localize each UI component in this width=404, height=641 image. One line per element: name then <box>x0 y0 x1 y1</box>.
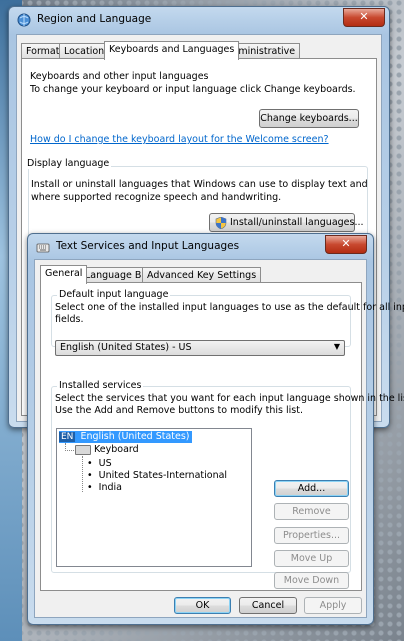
keyboards-group: Keyboards and other input languages To c… <box>28 71 366 145</box>
window-title: Region and Language <box>37 13 152 25</box>
text-services-client-area: General Language Bar Advanced Key Settin… <box>34 259 404 618</box>
default-description-line2: fields. <box>55 314 84 325</box>
move-down-button[interactable]: Move Down <box>274 572 349 589</box>
tree-connector <box>65 443 74 451</box>
tree-connector-layouts <box>82 456 84 492</box>
titlebar[interactable]: Region and Language ✕ <box>9 7 389 33</box>
installed-services-tree[interactable]: EN English (United States) Keyboard • US… <box>56 428 252 567</box>
display-description-line1: Install or uninstall languages that Wind… <box>31 179 368 190</box>
install-uninstall-languages-button[interactable]: Install/uninstall languages... <box>209 213 364 232</box>
tab-general[interactable]: General <box>40 265 88 284</box>
tree-language-label: English (United States) <box>80 431 190 442</box>
text-services-tab-strip: General Language Bar Advanced Key Settin… <box>40 265 360 284</box>
bullet-icon: • <box>87 470 99 481</box>
bullet-icon: • <box>87 458 99 469</box>
default-description-line1: Select one of the installed input langua… <box>55 302 404 313</box>
chevron-down-icon: ▼ <box>333 342 340 351</box>
tree-item-layout-us-intl[interactable]: • United States-International <box>87 470 227 481</box>
tab-keyboards-and-languages[interactable]: Keyboards and Languages <box>104 41 240 60</box>
install-uninstall-label: Install/uninstall languages... <box>230 217 364 228</box>
welcome-screen-help-link[interactable]: How do I change the keyboard layout for … <box>30 134 329 145</box>
shield-icon <box>215 217 227 229</box>
tree-item-keyboard[interactable]: Keyboard <box>75 444 139 456</box>
language-code-badge: EN <box>59 432 76 442</box>
window-title: Text Services and Input Languages <box>56 240 240 252</box>
default-language-value: English (United States) - US <box>60 342 192 353</box>
installed-description-line1: Select the services that you want for ea… <box>55 393 404 404</box>
display-group-title: Display language <box>25 158 112 169</box>
remove-button[interactable]: Remove <box>274 503 349 520</box>
globe-icon <box>17 13 31 27</box>
region-tab-strip: Formats Location Keyboards and Languages… <box>21 41 377 60</box>
keyboards-group-title: Keyboards and other input languages <box>28 71 211 82</box>
installed-group-title: Installed services <box>57 380 144 391</box>
layout-label: India <box>98 482 122 493</box>
tab-advanced-key-settings[interactable]: Advanced Key Settings <box>142 267 262 283</box>
tree-keyboard-label: Keyboard <box>94 444 139 455</box>
move-up-button[interactable]: Move Up <box>274 550 349 567</box>
tree-item-layout-us[interactable]: • US <box>87 458 112 469</box>
ok-button[interactable]: OK <box>174 597 231 614</box>
close-button[interactable]: ✕ <box>343 8 385 27</box>
tree-item-layout-india[interactable]: • India <box>87 482 122 493</box>
keyboard-icon <box>36 243 50 253</box>
default-group-title: Default input language <box>57 289 171 300</box>
default-language-dropdown[interactable]: English (United States) - US ▼ <box>55 340 345 356</box>
add-button[interactable]: Add... <box>274 480 349 497</box>
bullet-icon: • <box>87 482 99 493</box>
installed-description-line2: Use the Add and Remove buttons to modify… <box>55 405 303 416</box>
change-keyboards-button[interactable]: Change keyboards... <box>259 109 359 128</box>
keyboard-icon <box>75 444 91 455</box>
tab-location[interactable]: Location <box>59 43 110 59</box>
titlebar[interactable]: Text Services and Input Languages ✕ <box>28 234 373 260</box>
display-description-line2: where supported recognize speech and han… <box>31 192 282 203</box>
properties-button[interactable]: Properties... <box>274 527 349 544</box>
general-tab-panel: Default input language Select one of the… <box>40 282 404 591</box>
layout-label: United States-International <box>98 470 228 481</box>
apply-button[interactable]: Apply <box>304 597 362 614</box>
cancel-button[interactable]: Cancel <box>239 597 297 614</box>
keyboards-description: To change your keyboard or input languag… <box>30 84 356 95</box>
layout-label: US <box>98 458 112 469</box>
close-button[interactable]: ✕ <box>325 235 367 254</box>
text-services-window: Text Services and Input Languages ✕ Gene… <box>27 233 404 625</box>
tree-item-english[interactable]: EN English (United States) <box>59 431 192 443</box>
